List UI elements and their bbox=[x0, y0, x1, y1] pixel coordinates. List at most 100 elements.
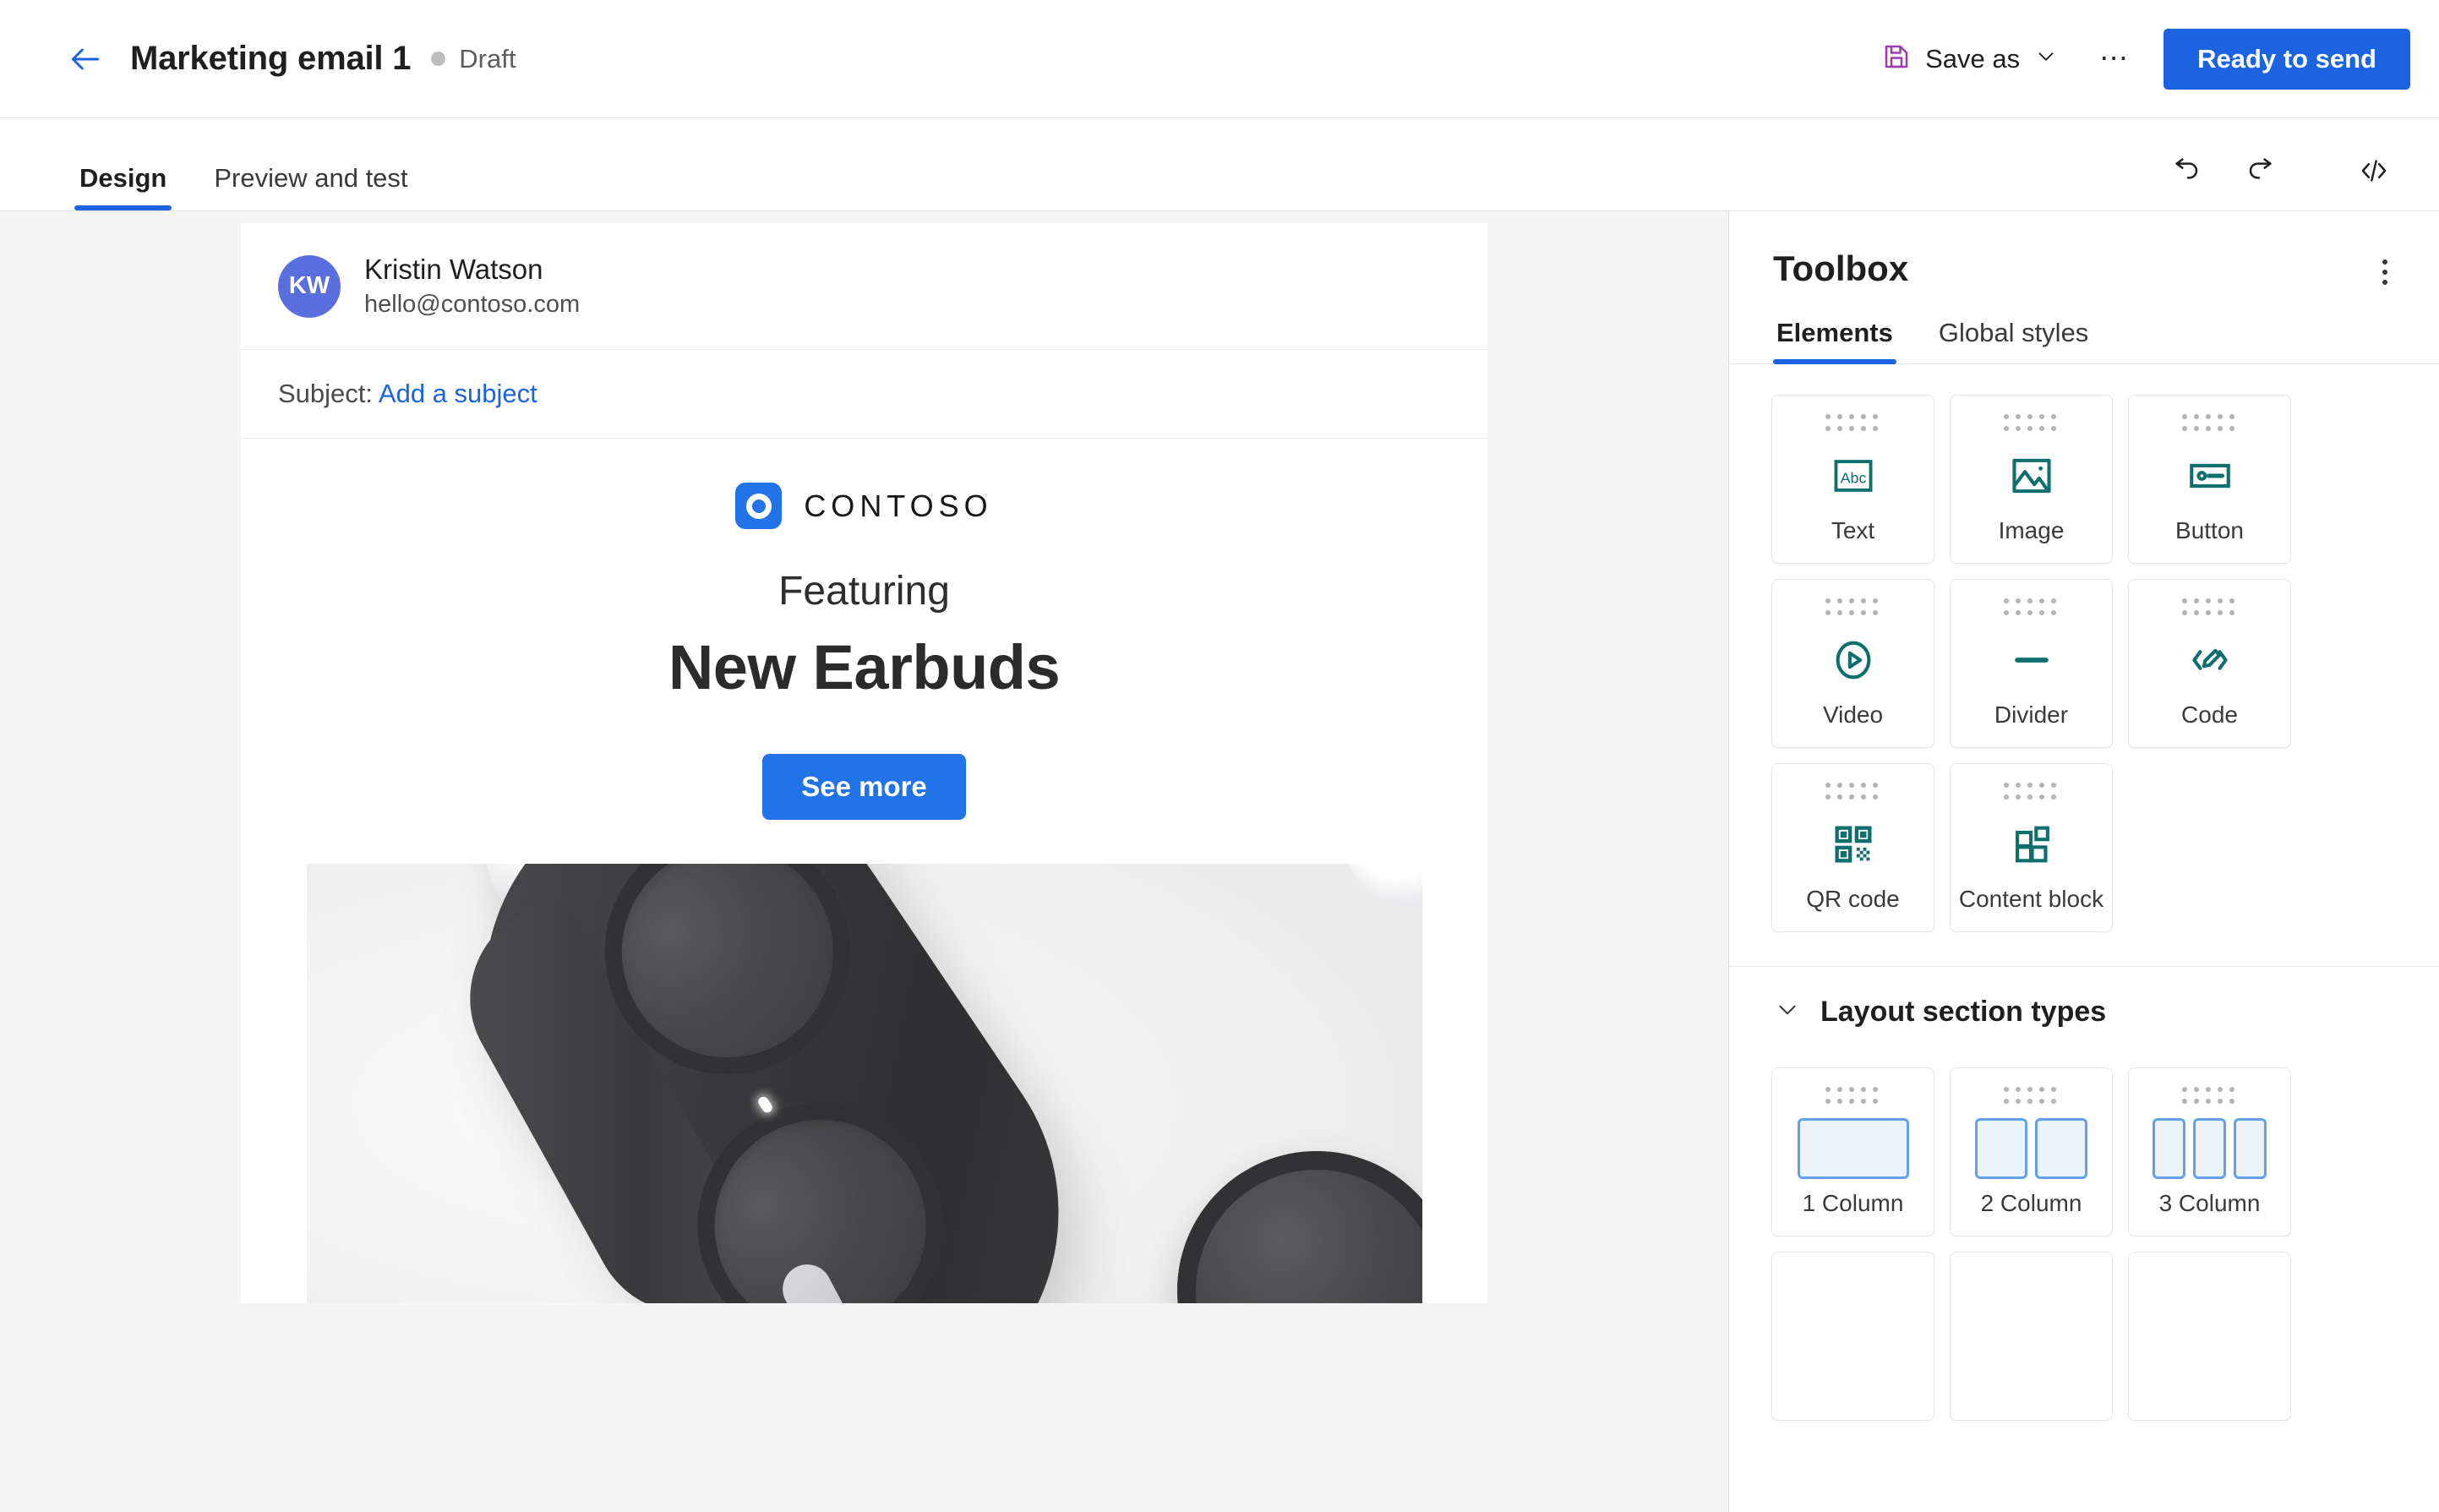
hero-product-image[interactable] bbox=[306, 864, 1422, 1303]
element-tile-code[interactable]: Code bbox=[2128, 579, 2291, 748]
divider-icon bbox=[1951, 618, 2112, 701]
layout-section-header[interactable]: Layout section types bbox=[1729, 967, 2439, 1037]
image-icon bbox=[1951, 434, 2112, 517]
page-title: Marketing email 1 bbox=[130, 40, 412, 77]
element-tile-button[interactable]: Button bbox=[2128, 395, 2291, 564]
drag-handle-icon[interactable] bbox=[1825, 1087, 1880, 1106]
abc-text-icon: Abc bbox=[1772, 434, 1934, 517]
command-bar: Marketing email 1 Draft Save as ⋯ Ready … bbox=[0, 0, 2439, 118]
code-view-icon bbox=[2356, 153, 2392, 193]
qr-code-icon bbox=[1772, 802, 1934, 886]
toolbox-header: Toolbox bbox=[1729, 211, 2439, 296]
drag-handle-icon[interactable] bbox=[2004, 1087, 2059, 1106]
layout-tile-2-column[interactable]: 2 Column bbox=[1950, 1067, 2113, 1236]
more-vertical-icon[interactable] bbox=[2361, 248, 2409, 296]
ready-to-send-button[interactable]: Ready to send bbox=[2163, 28, 2410, 90]
drag-handle-icon[interactable] bbox=[1825, 783, 1880, 802]
drag-handle-icon[interactable] bbox=[2182, 598, 2237, 618]
element-tile-image[interactable]: Image bbox=[1950, 395, 2113, 564]
toolbox-tabs: Elements Global styles bbox=[1729, 318, 2439, 364]
sender-email: hello@contoso.com bbox=[364, 291, 581, 318]
play-circle-icon bbox=[1772, 618, 1934, 701]
email-headline[interactable]: New Earbuds bbox=[241, 631, 1487, 703]
email-canvas: KW Kristin Watson hello@contoso.com Subj… bbox=[0, 211, 1728, 1512]
save-as-label: Save as bbox=[1925, 43, 2021, 74]
layout-label: 1 Column bbox=[1802, 1190, 1904, 1216]
add-subject-link[interactable]: Add a subject bbox=[379, 379, 537, 408]
editor-tool-actions bbox=[2157, 145, 2405, 210]
chevron-down-icon bbox=[2033, 44, 2059, 74]
element-tile-qr-code[interactable]: QR code bbox=[1771, 763, 1934, 932]
email-body: CONTOSO Featuring New Earbuds See more bbox=[241, 439, 1487, 1303]
tab-elements[interactable]: Elements bbox=[1773, 318, 1896, 364]
more-options-button[interactable]: ⋯ bbox=[2089, 34, 2140, 85]
layout-tile-3-column[interactable]: 3 Column bbox=[2128, 1067, 2291, 1236]
editor-tabbar: Design Preview and test bbox=[0, 118, 2439, 211]
contoso-ring-logo-icon bbox=[735, 483, 783, 529]
layout-section-title: Layout section types bbox=[1820, 996, 2107, 1028]
hero-image-wrapper bbox=[241, 864, 1487, 1303]
content-block-icon bbox=[1951, 802, 2112, 886]
code-view-button[interactable] bbox=[2343, 145, 2405, 200]
subject-label: Subject: bbox=[278, 379, 374, 408]
drag-handle-icon[interactable] bbox=[1825, 598, 1880, 618]
element-tile-divider[interactable]: Divider bbox=[1950, 579, 2113, 748]
chevron-down-icon bbox=[1773, 996, 1802, 1029]
element-tile-content-block[interactable]: Content block bbox=[1950, 763, 2113, 932]
subject-row[interactable]: Subject: Add a subject bbox=[241, 350, 1487, 439]
layout-tile-partial[interactable] bbox=[1950, 1252, 2113, 1421]
floppy-disk-icon bbox=[1881, 41, 1912, 76]
status-badge: Draft bbox=[459, 43, 516, 74]
layout-tile-partial[interactable] bbox=[2128, 1252, 2291, 1421]
email-eyebrow[interactable]: Featuring bbox=[241, 568, 1487, 614]
sender-meta: Kristin Watson hello@contoso.com bbox=[364, 254, 580, 319]
tab-global-styles[interactable]: Global styles bbox=[1935, 318, 2092, 363]
arrow-left-icon bbox=[67, 41, 104, 78]
toolbox-title: Toolbox bbox=[1773, 248, 1909, 288]
elements-grid: Abc Text Image Button Video Divider Code… bbox=[1729, 364, 2439, 963]
layout-label: 3 Column bbox=[2158, 1190, 2261, 1216]
one-column-icon bbox=[1772, 1106, 1934, 1190]
layout-tile-partial[interactable] bbox=[1771, 1252, 1934, 1421]
code-pencil-icon bbox=[2129, 618, 2290, 701]
drag-handle-icon[interactable] bbox=[2004, 598, 2059, 618]
element-label: Content block bbox=[1958, 886, 2104, 912]
redo-icon bbox=[2242, 154, 2276, 192]
tab-design[interactable]: Design bbox=[74, 163, 172, 210]
undo-button[interactable] bbox=[2157, 145, 2219, 200]
redo-button[interactable] bbox=[2228, 145, 2290, 200]
cta-wrapper: See more bbox=[241, 754, 1487, 820]
layout-tile-1-column[interactable]: 1 Column bbox=[1771, 1067, 1934, 1236]
save-as-button[interactable]: Save as bbox=[1866, 31, 2074, 86]
avatar: KW bbox=[278, 254, 341, 318]
drag-handle-icon[interactable] bbox=[2004, 783, 2059, 802]
element-tile-text[interactable]: Abc Text bbox=[1771, 395, 1934, 564]
element-label: Code bbox=[2181, 701, 2238, 728]
see-more-button[interactable]: See more bbox=[762, 754, 966, 820]
drag-handle-icon[interactable] bbox=[2004, 414, 2059, 434]
back-button[interactable] bbox=[59, 33, 112, 85]
status-dot bbox=[431, 52, 446, 66]
element-tile-video[interactable]: Video bbox=[1771, 579, 1934, 748]
drag-handle-icon[interactable] bbox=[1825, 414, 1880, 434]
three-column-icon bbox=[2129, 1106, 2290, 1190]
two-column-icon bbox=[1951, 1106, 2112, 1190]
button-icon bbox=[2129, 434, 2290, 517]
layout-grid: 1 Column 2 Column 3 Column bbox=[1729, 1037, 2439, 1451]
element-label: Divider bbox=[1994, 701, 2069, 728]
drag-handle-icon[interactable] bbox=[2182, 414, 2237, 434]
layout-label: 2 Column bbox=[1980, 1190, 2082, 1216]
tab-preview-and-test[interactable]: Preview and test bbox=[209, 163, 412, 210]
sender-row: KW Kristin Watson hello@contoso.com bbox=[241, 223, 1487, 350]
toolbox-panel: Toolbox Elements Global styles Abc Text … bbox=[1728, 211, 2439, 1512]
workspace: KW Kristin Watson hello@contoso.com Subj… bbox=[0, 211, 2439, 1512]
command-bar-actions: Save as ⋯ Ready to send bbox=[1866, 28, 2410, 90]
brand-logo-row[interactable]: CONTOSO bbox=[241, 483, 1487, 529]
toolbox-scroll-area[interactable]: Abc Text Image Button Video Divider Code… bbox=[1729, 364, 2439, 1512]
element-label: QR code bbox=[1806, 886, 1900, 912]
drag-handle-icon[interactable] bbox=[2182, 1087, 2237, 1106]
element-label: Video bbox=[1822, 701, 1884, 728]
email-card: KW Kristin Watson hello@contoso.com Subj… bbox=[241, 223, 1487, 1303]
svg-text:Abc: Abc bbox=[1840, 469, 1866, 486]
brand-name: CONTOSO bbox=[804, 488, 993, 523]
